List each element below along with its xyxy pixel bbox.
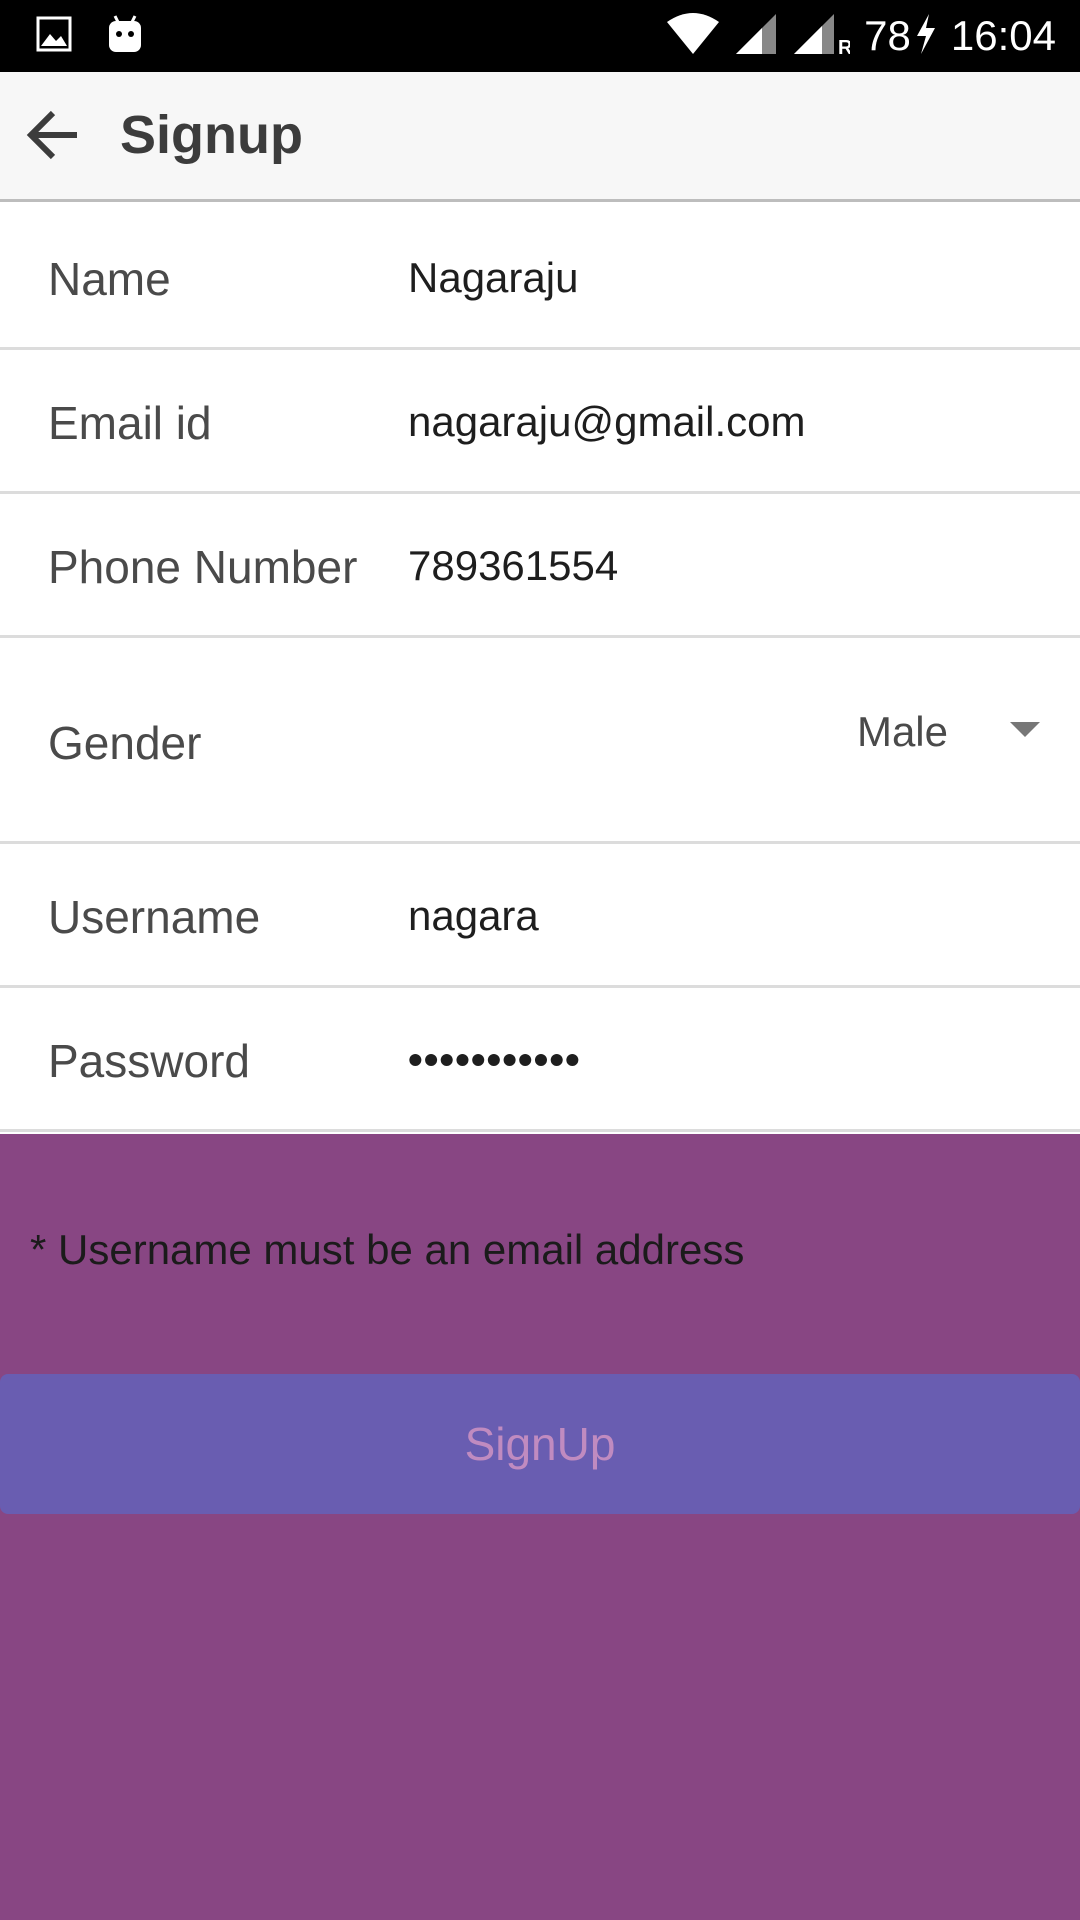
- signup-button-label: SignUp: [464, 1418, 616, 1470]
- wifi-icon: [666, 12, 720, 61]
- email-label: Email id: [48, 397, 212, 449]
- password-field[interactable]: [408, 1036, 1028, 1084]
- email-row: Email id: [0, 350, 1080, 494]
- password-row: Password: [0, 988, 1080, 1132]
- phone-field[interactable]: [408, 542, 1028, 590]
- gender-row: Gender Male: [0, 638, 1080, 844]
- app-bar: Signup: [0, 72, 1080, 202]
- status-bar: R 78 16:04: [0, 0, 1080, 72]
- signal-icon: [734, 12, 778, 61]
- password-label: Password: [48, 1035, 250, 1087]
- arrow-back-icon: [25, 110, 81, 165]
- gender-selected-value: Male: [856, 708, 948, 755]
- image-icon: [36, 16, 72, 57]
- name-label: Name: [48, 253, 171, 305]
- username-label: Username: [48, 891, 261, 943]
- email-field[interactable]: [408, 398, 1028, 446]
- charging-icon: [915, 13, 937, 59]
- back-button[interactable]: [18, 102, 88, 172]
- battery-level: 78: [864, 12, 911, 59]
- gender-label: Gender: [48, 717, 202, 769]
- roaming-signal-icon: R: [792, 12, 853, 61]
- android-icon: [106, 14, 144, 59]
- bottom-panel: * Username must be an email address Sign…: [0, 1134, 1080, 1920]
- status-bar-system: R 78 16:04: [666, 0, 1056, 72]
- phone-label: Phone Number: [48, 541, 358, 593]
- username-field[interactable]: [408, 892, 1028, 940]
- status-bar-notifications: [36, 14, 144, 59]
- phone-row: Phone Number: [0, 494, 1080, 638]
- page-title: Signup: [120, 105, 303, 165]
- dropdown-arrow-icon: [1010, 721, 1040, 743]
- signup-button[interactable]: SignUp: [0, 1374, 1080, 1514]
- name-field[interactable]: [408, 254, 1028, 302]
- gender-dropdown[interactable]: Male: [857, 708, 1040, 756]
- name-row: Name: [0, 206, 1080, 350]
- clock: 16:04: [950, 12, 1056, 59]
- signup-form: Name Email id Phone Number Gender Male U…: [0, 206, 1080, 1132]
- username-row: Username: [0, 844, 1080, 988]
- username-hint: * Username must be an email address: [30, 1226, 745, 1273]
- svg-text:R: R: [838, 37, 850, 56]
